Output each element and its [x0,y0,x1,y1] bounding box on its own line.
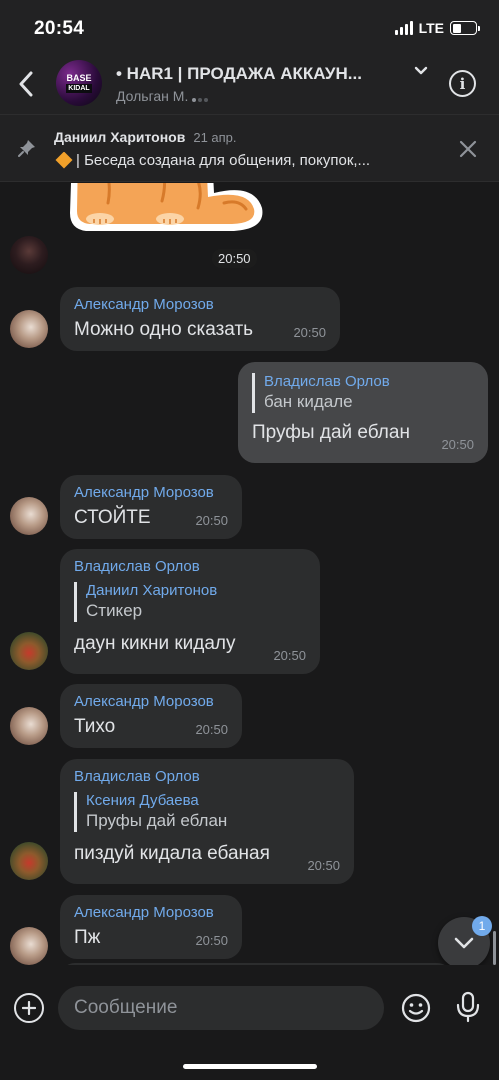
scrollbar[interactable] [493,931,496,965]
unread-badge: 1 [472,916,492,936]
message-text: даун кикни кидалу [74,633,236,654]
chat-avatar-text-bottom: KIDAL [66,83,92,93]
back-button[interactable] [8,64,44,104]
status-indicators: LTE [394,20,480,36]
message-bubble[interactable]: Александр Морозов Можно одно сказать 20:… [60,287,340,351]
typing-indicator-icon [192,89,210,105]
info-button[interactable]: i [449,70,476,97]
reply-text: Пруфы дай еблан [86,811,228,830]
battery-icon [450,21,480,35]
reply-quote[interactable]: Ксения Дубаева Пруфы дай еблан [74,792,340,832]
reply-quote[interactable]: Владислав Орлов бан кидале [252,373,474,413]
message-bubble[interactable]: Александр Морозов СТОЙТЕ 20:50 [60,475,242,539]
orange-diamond-icon [55,152,73,169]
reply-quote[interactable]: Даниил Харитонов Стикер [74,582,306,622]
reply-author: Ксения Дубаева [86,792,199,809]
message-author[interactable]: Александр Морозов [74,484,228,502]
home-indicator[interactable] [183,1064,317,1069]
cat-sticker[interactable] [64,183,268,257]
reply-text: Стикер [86,601,143,620]
message-time: 20:50 [441,437,474,452]
message-text: пиздуй кидала ебаная [74,843,270,864]
reply-author: Владислав Орлов [264,373,390,390]
message-time: 20:50 [293,325,326,340]
battery-level [452,23,462,33]
message-author[interactable]: Александр Морозов [74,904,228,922]
message-author[interactable]: Александр Морозов [74,296,326,314]
avatar[interactable] [10,927,48,965]
pin-icon [18,140,35,157]
network-label: LTE [418,20,444,36]
pinned-author: Даниил Харитонов 21 апр. [54,129,237,145]
status-time: 20:54 [34,18,85,39]
pinned-author-name: Даниил Харитонов [54,129,186,145]
message-time: 20:50 [273,648,306,663]
info-icon: i [459,74,466,93]
attach-button[interactable] [14,993,44,1023]
avatar[interactable] [10,236,48,274]
composer [0,965,499,1080]
chat-avatar[interactable]: BASE KIDAL [56,60,102,106]
status-bar: 20:54 LTE [0,0,499,58]
reply-author: Даниил Харитонов [86,582,218,599]
pinned-text-content: | Беседа создана для общения, покупок,..… [76,152,371,169]
message-text: Можно одно сказать [74,319,254,340]
message-bubble[interactable]: Владислав Орлов Даниил Харитонов Стикер … [60,549,320,674]
chat-avatar-text-top: BASE [66,72,92,83]
message-author[interactable]: Владислав Орлов [74,768,340,786]
chevron-down-icon [454,937,474,949]
message-list[interactable]: 20:50 Александр Морозов Можно одно сказа… [0,183,499,965]
pinned-text: | Беседа создана для общения, покупок,..… [54,152,444,169]
avatar[interactable] [10,842,48,880]
message-time: 20:50 [195,933,228,948]
emoji-icon[interactable] [401,993,431,1023]
close-icon[interactable] [458,139,478,159]
message-author[interactable]: Александр Морозов [74,693,228,711]
pinned-date: 21 апр. [193,130,237,145]
plus-icon [22,1001,36,1015]
typing-user: Дольган М. [116,88,189,104]
avatar[interactable] [10,497,48,535]
avatar[interactable] [10,310,48,348]
chevron-down-icon[interactable] [414,66,428,76]
signal-icon [394,21,413,35]
message-time: 20:50 [195,513,228,528]
avatar[interactable] [10,632,48,670]
reply-text: бан кидале [264,392,353,411]
message-time: 20:50 [195,722,228,737]
chevron-left-icon [19,71,33,97]
pinned-message[interactable]: Даниил Харитонов 21 апр. | Беседа создана… [0,114,499,182]
message-bubble-outgoing[interactable]: Владислав Орлов бан кидале Пруфы дай ебл… [238,362,488,463]
message-bubble[interactable]: Александр Морозов Тихо 20:50 [60,684,242,748]
message-bubble[interactable]: Александр Морозов Пж 20:50 [60,895,242,959]
message-bubble[interactable]: Владислав Орлов Ксения Дубаева Пруфы дай… [60,759,354,884]
chat-header: BASE KIDAL • HAR1 | ПРОДАЖА АККАУН... До… [0,58,499,114]
message-author[interactable]: Владислав Орлов [74,558,306,576]
microphone-icon[interactable] [455,991,481,1023]
chat-subtitle: Дольган М. [116,88,210,105]
message-time: 20:50 [212,249,257,268]
message-input[interactable] [58,986,384,1030]
avatar[interactable] [10,707,48,745]
message-time: 20:50 [307,858,340,873]
chat-title[interactable]: • HAR1 | ПРОДАЖА АККАУН... [116,64,362,84]
